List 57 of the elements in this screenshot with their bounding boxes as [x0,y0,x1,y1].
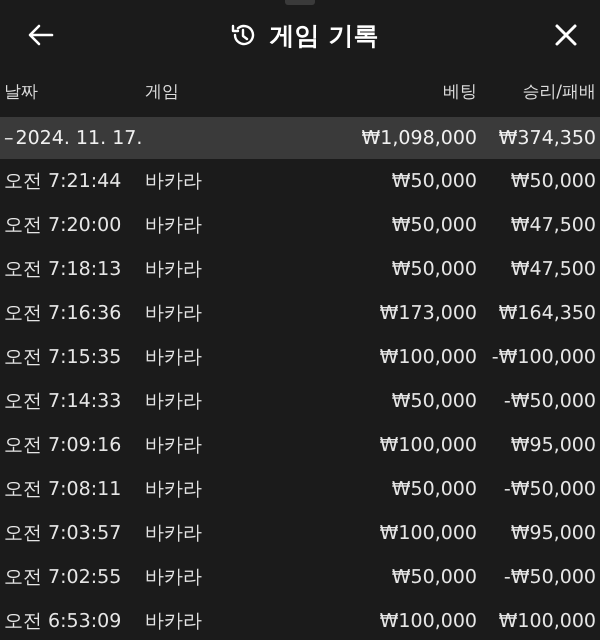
time-cell-text: 오전 7:21:44 [4,169,122,194]
bet-cell: ₩50,000 [392,258,477,280]
bet-cell: ₩100,000 [380,610,477,632]
result-cell-text: -₩50,000 [502,478,596,500]
bet-cell: ₩100,000 [380,434,477,456]
result-cell-text: ₩50,000 [510,170,596,192]
result-cell-text: -₩100,000 [490,346,596,368]
time-cell-text: 오전 7:14:33 [4,389,122,414]
column-header: 게임 [145,80,180,102]
column-header: 승리/패배 [521,80,596,102]
bet-cell: ₩50,000 [392,478,477,500]
bet-cell: ₩100,000 [380,522,477,544]
bet-cell: ₩50,000 [392,170,477,192]
date-group: 2024. 11. 17. [16,127,142,149]
drag-handle[interactable] [285,0,315,5]
total-result: ₩374,350 [498,127,596,149]
game-cell-text: 바카라 [145,521,203,546]
time-cell-text: 오전 7:03:57 [4,521,122,546]
result-cell-text: ₩95,000 [510,434,596,456]
bet-cell: ₩100,000 [380,346,477,368]
bet-cell: ₩173,000 [380,302,477,324]
game-cell-text: 바카라 [145,213,203,238]
game-cell-text: 바카라 [145,389,203,414]
bet-cell: ₩50,000 [392,566,477,588]
collapse-toggle[interactable]: – [4,127,14,149]
time-cell-text: 오전 7:09:16 [4,433,122,458]
game-cell-text: 바카라 [145,169,203,194]
result-cell-text: ₩47,500 [510,258,596,280]
result-cell-text: -₩50,000 [502,390,596,412]
back-icon[interactable] [28,24,54,46]
time-cell-text: 오전 7:15:35 [4,345,122,370]
game-cell-text: 바카라 [145,345,203,370]
total-bet: ₩1,098,000 [362,127,477,149]
time-cell-text: 오전 7:16:36 [4,301,122,326]
result-cell-text: ₩100,000 [498,610,596,632]
result-cell-text: -₩50,000 [502,566,596,588]
history-icon [230,22,256,48]
result-cell-text: ₩95,000 [510,522,596,544]
game-cell-text: 바카라 [145,477,203,502]
game-cell-text: 바카라 [145,609,203,634]
time-cell-text: 오전 7:08:11 [4,477,122,502]
game-cell-text: 바카라 [145,433,203,458]
game-cell-text: 바카라 [145,301,203,326]
result-cell-text: ₩164,350 [498,302,596,324]
time-cell-text: 오전 7:20:00 [4,213,122,238]
column-header: 날짜 [4,80,39,102]
game-cell-text: 바카라 [145,565,203,590]
time-cell-text: 오전 7:18:13 [4,257,122,282]
result-cell-text: ₩47,500 [510,214,596,236]
bet-cell: ₩50,000 [392,390,477,412]
game-cell-text: 바카라 [145,257,203,282]
time-cell-text: 오전 7:02:55 [4,565,122,590]
column-header: 베팅 [443,80,477,102]
window-title: 게임 기록 [270,20,378,52]
time-cell-text: 오전 6:53:09 [4,609,122,634]
close-icon[interactable] [554,23,578,47]
bet-cell: ₩50,000 [392,214,477,236]
